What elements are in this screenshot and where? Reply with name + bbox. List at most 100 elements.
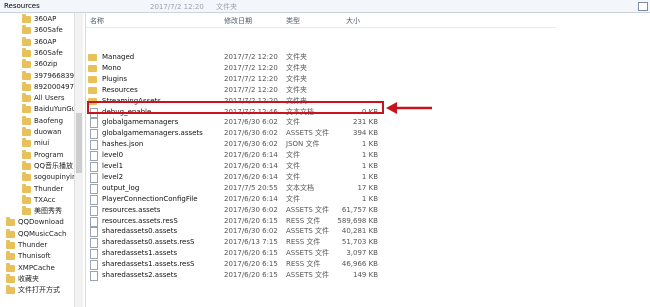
file-row[interactable]: resources.assets 2017/6/30 6:02 ASSETS 文件 6… [86, 205, 556, 216]
sidebar-item-label: All Users [34, 94, 65, 103]
current-folder-label: Resources [4, 2, 40, 10]
file-row[interactable]: globalgamemanagers 2017/6/30 6:02 文件 231 KB [86, 117, 556, 129]
file-row[interactable]: sharedassets1.assets 2017/6/20 6:15 ASSETS… [86, 248, 556, 260]
folder-icon [22, 194, 31, 204]
ghost-type: 文件夹 [216, 3, 238, 11]
file-icon [90, 162, 98, 172]
file-name: sharedassets2.assets [102, 271, 178, 279]
file-type: 文件夹 [286, 85, 307, 94]
file-name: sharedassets0.assets.resS [102, 238, 195, 247]
file-row[interactable]: level0 2017/6/20 6:14 文件 1 KB [86, 150, 556, 162]
file-row[interactable]: sharedassets2.assets 2017/6/20 6:15 ASSETS… [86, 270, 556, 281]
file-size: 589,698 KB [337, 216, 378, 225]
file-date: 2017/6/20 6:15 [224, 249, 278, 258]
file-date: 2017/7/2 12:20 [224, 63, 278, 72]
folder-icon [22, 59, 31, 69]
folder-icon [22, 127, 31, 136]
sidebar-item-label: 360Safe [34, 48, 63, 57]
file-date: 2017/6/20 6:15 [224, 216, 278, 225]
address-bar[interactable]: Resources 2017/7/2 12:20 文件夹 [0, 0, 650, 13]
file-size: 17 KB [357, 183, 378, 192]
sidebar-item-label: 360zip [34, 60, 58, 69]
file-row[interactable]: output_log 2017/7/5 20:55 文本文档 17 KB [86, 183, 556, 194]
file-size: 61,757 KB [341, 205, 378, 214]
file-name: Mono [102, 63, 122, 72]
sidebar-item-label: 收藏夹 [18, 274, 39, 283]
folder-icon [6, 262, 15, 272]
file-type: 文件 [286, 118, 300, 127]
folder-icon [22, 104, 31, 114]
file-date: 2017/7/2 12:20 [224, 74, 278, 83]
file-icon [90, 172, 98, 183]
file-name: Plugins [102, 74, 128, 83]
file-size: 1 KB [361, 172, 378, 181]
file-size: 149 KB [353, 271, 378, 279]
file-icon [90, 271, 98, 281]
file-type: 文件 [286, 162, 300, 170]
file-row[interactable]: sharedassets1.assets.resS 2017/6/20 6:15 R… [86, 259, 556, 271]
file-row[interactable]: resources.assets.resS 2017/6/20 6:15 RESS … [86, 216, 556, 227]
file-name: resources.assets.resS [102, 216, 178, 225]
sidebar-item-label: Thunder [34, 184, 64, 193]
file-date: 2017/6/13 7:15 [224, 238, 278, 247]
file-row[interactable]: globalgamemanagers.assets 2017/6/30 6:02 A… [86, 128, 556, 140]
file-date: 2017/6/20 6:14 [224, 162, 278, 170]
file-list: 名称 修改日期 类型 大小 Managed 2017/7/2 12:20 文件夹 Mo… [86, 13, 650, 307]
file-date: 2017/7/5 20:55 [224, 183, 278, 192]
sidebar-item-label: 360Safe [34, 26, 63, 35]
sidebar-item-label: duowan [34, 128, 62, 136]
file-row[interactable]: sharedassets0.assets.resS 2017/6/13 7:15 R… [86, 237, 556, 249]
file-name: output_log [102, 183, 140, 192]
file-row[interactable]: Plugins 2017/7/2 12:20 文件夹 [86, 74, 556, 85]
sidebar-item-label: BaiduYunGu [34, 105, 77, 114]
file-row[interactable]: Resources 2017/7/2 12:20 文件夹 [86, 85, 556, 96]
file-size: 46,966 KB [341, 260, 378, 269]
sidebar-item-label: 360AP [34, 37, 57, 46]
file-size: 1 KB [361, 151, 378, 160]
file-type: 文件 [286, 194, 300, 203]
file-row[interactable]: sharedassets0.assets 2017/6/30 6:02 ASSETS… [86, 226, 556, 238]
file-name: globalgamemanagers [102, 118, 179, 127]
file-name: resources.assets [102, 205, 161, 214]
column-date[interactable]: 修改日期 [224, 16, 252, 26]
file-icon [90, 205, 98, 216]
highlight-box [87, 101, 384, 114]
folder-icon [22, 160, 31, 170]
file-row[interactable]: PlayerConnectionConfigFile 2017/6/20 6:14… [86, 194, 556, 205]
column-type[interactable]: 类型 [286, 16, 300, 26]
file-row[interactable]: level2 2017/6/20 6:14 文件 1 KB [86, 172, 556, 183]
file-name: sharedassets0.assets [102, 227, 178, 236]
column-size[interactable]: 大小 [346, 16, 360, 26]
file-date: 2017/6/20 6:14 [224, 194, 278, 203]
window-box-icon[interactable] [638, 2, 648, 11]
file-icon [90, 238, 98, 249]
file-icon [90, 151, 98, 162]
file-row[interactable]: hashes.json 2017/6/30 6:02 JSON 文件 1 KB [86, 139, 556, 151]
sidebar-scrollbar[interactable] [74, 13, 83, 307]
file-name: sharedassets1.assets.resS [102, 260, 195, 269]
folder-icon [6, 285, 15, 295]
file-type: RESS 文件 [286, 260, 321, 269]
folder-icon [22, 138, 31, 148]
file-size: 40,281 KB [341, 227, 378, 236]
file-size: 1 KB [361, 140, 378, 149]
folder-icon [22, 70, 31, 80]
file-date: 2017/6/20 6:14 [224, 172, 278, 181]
file-type: 文件夹 [286, 74, 307, 83]
file-row[interactable]: level1 2017/6/20 6:14 文件 1 KB [86, 161, 556, 172]
file-name: PlayerConnectionConfigFile [102, 194, 198, 203]
file-icon [90, 118, 98, 129]
sidebar-item-label: miui [34, 139, 50, 148]
file-name: Resources [102, 85, 138, 94]
folder-icon [88, 64, 97, 72]
folder-icon [22, 183, 31, 193]
column-name[interactable]: 名称 [90, 16, 104, 26]
file-row[interactable]: Mono 2017/7/2 12:20 文件夹 [86, 63, 556, 74]
folder-icon [88, 75, 97, 83]
sidebar-item-label: 892000497 [34, 82, 75, 91]
file-size: 1 KB [361, 162, 378, 170]
file-date: 2017/6/20 6:14 [224, 151, 278, 160]
scrollbar-thumb[interactable] [76, 113, 82, 173]
file-row[interactable]: Managed 2017/7/2 12:20 文件夹 [86, 52, 556, 63]
folder-icon [22, 206, 31, 216]
